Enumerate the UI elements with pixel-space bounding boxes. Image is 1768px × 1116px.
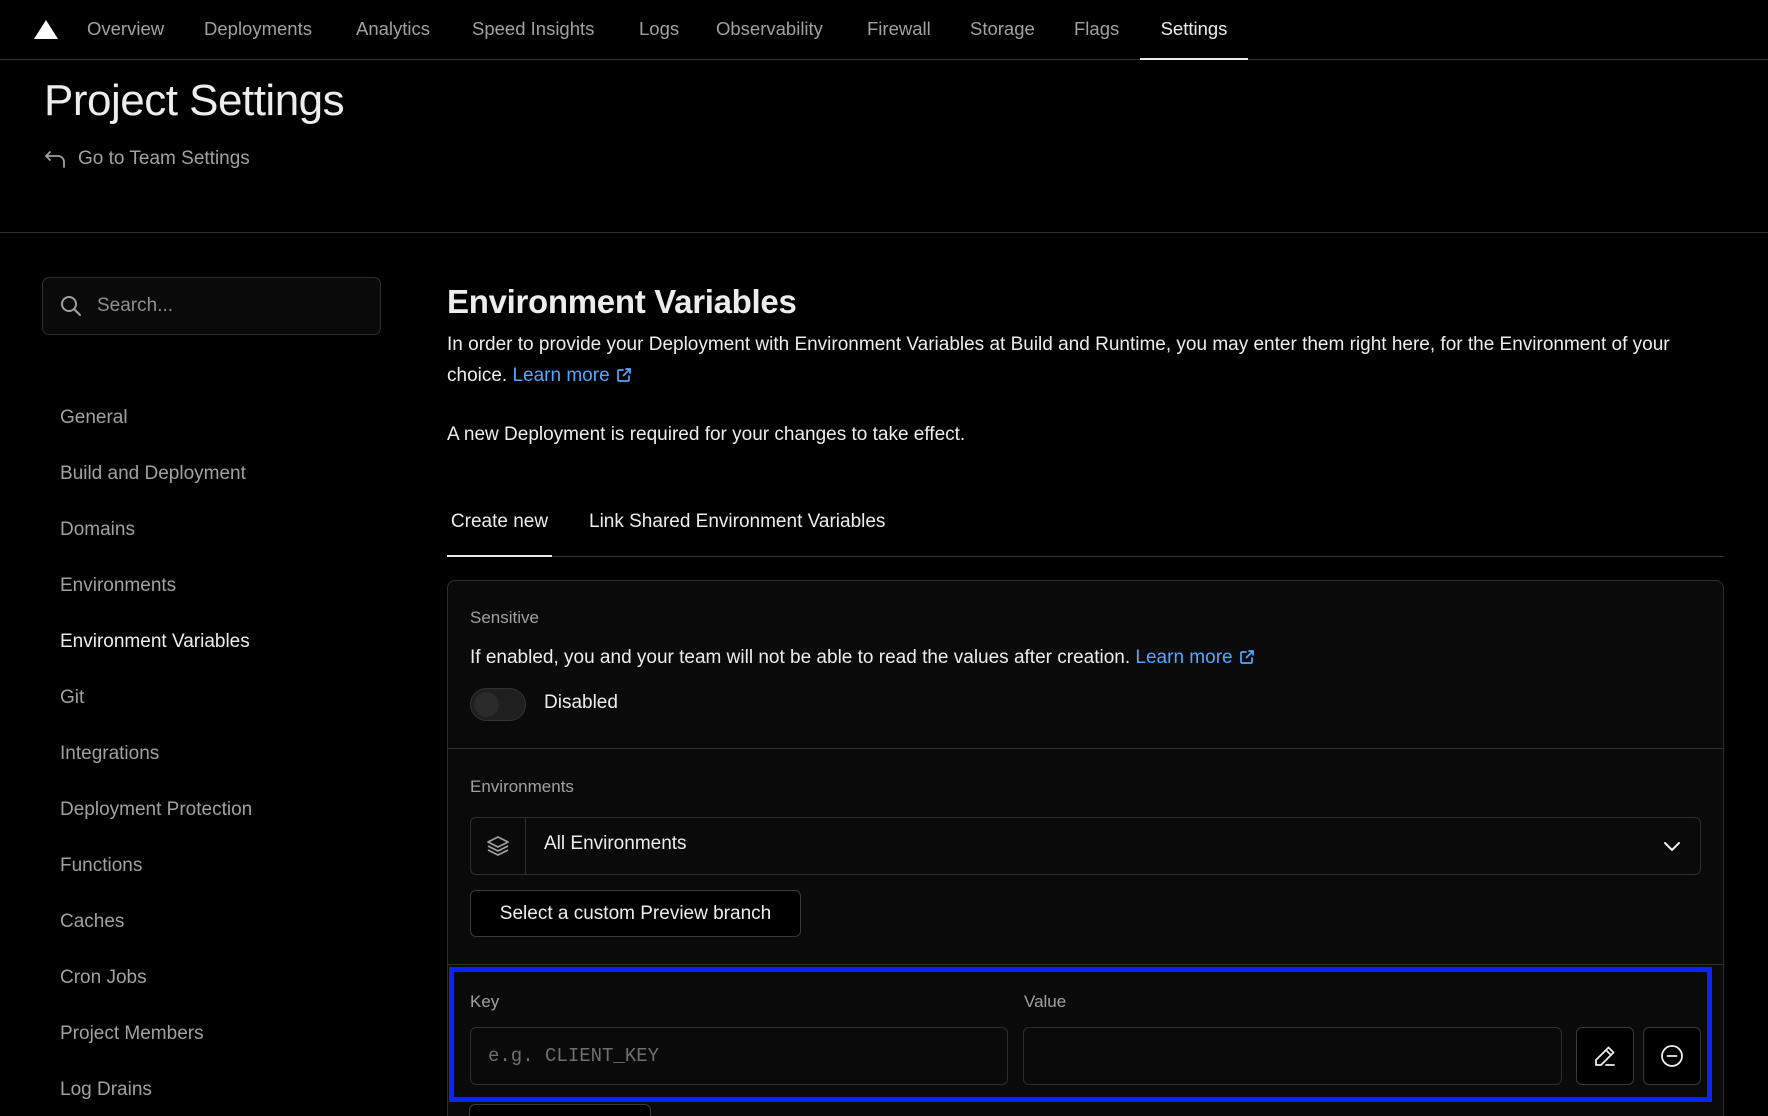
nav-tab-observability[interactable]: Observability — [716, 0, 823, 60]
sensitive-toggle[interactable] — [470, 688, 526, 721]
tab-create-new[interactable]: Create new — [447, 500, 552, 557]
sidebar-item-project-members[interactable]: Project Members — [60, 1020, 204, 1048]
sensitive-label: Sensitive — [470, 608, 539, 627]
learn-more-link[interactable]: Learn more — [512, 365, 631, 386]
sidebar-item-build-and-deployment[interactable]: Build and Deployment — [60, 460, 246, 488]
external-link-icon — [1239, 650, 1254, 664]
add-another-button-partial[interactable] — [469, 1104, 651, 1116]
vercel-logo-icon[interactable] — [34, 20, 58, 39]
sensitive-section: Sensitive If enabled, you and your team … — [448, 581, 1723, 749]
key-value-highlight-box — [449, 967, 1712, 1102]
go-to-team-settings-link[interactable]: Go to Team Settings — [44, 144, 250, 174]
nav-tab-overview[interactable]: Overview — [87, 0, 164, 60]
tab-link-shared-environment-variables[interactable]: Link Shared Environment Variables — [589, 500, 885, 557]
sensitive-description-text: If enabled, you and your team will not b… — [470, 647, 1131, 668]
back-arrow-icon — [45, 151, 65, 168]
learn-more-label: Learn more — [512, 365, 610, 386]
sidebar-item-functions[interactable]: Functions — [60, 852, 142, 880]
nav-tab-deployments[interactable]: Deployments — [204, 0, 312, 60]
toggle-knob — [474, 692, 499, 717]
sensitive-description: If enabled, you and your team will not b… — [470, 647, 1255, 669]
page-title: Project Settings — [44, 76, 345, 125]
nav-tab-speed-insights[interactable]: Speed Insights — [472, 0, 594, 60]
section-description: In order to provide your Deployment with… — [447, 329, 1717, 391]
env-icon-box — [471, 818, 526, 874]
nav-tab-firewall[interactable]: Firewall — [867, 0, 931, 60]
sensitive-learn-more-label: Learn more — [1135, 647, 1233, 668]
deployment-required-note: A new Deployment is required for your ch… — [447, 424, 966, 445]
environments-select[interactable]: All Environments — [470, 817, 1701, 875]
sidebar-item-caches[interactable]: Caches — [60, 908, 124, 936]
sidebar-search[interactable] — [42, 277, 381, 335]
sidebar-item-deployment-protection[interactable]: Deployment Protection — [60, 796, 252, 824]
search-input[interactable] — [97, 295, 347, 317]
nav-tab-logs[interactable]: Logs — [639, 0, 679, 60]
nav-tab-flags[interactable]: Flags — [1074, 0, 1119, 60]
environments-section: Environments All Environments Select a c… — [448, 749, 1723, 965]
nav-tab-storage[interactable]: Storage — [970, 0, 1035, 60]
select-custom-preview-branch-button[interactable]: Select a custom Preview branch — [470, 890, 801, 937]
chevron-down-icon — [1664, 842, 1680, 851]
env-var-tabs: Create new Link Shared Environment Varia… — [447, 500, 1724, 557]
search-icon — [61, 296, 81, 316]
sidebar-item-cron-jobs[interactable]: Cron Jobs — [60, 964, 147, 992]
sidebar-item-environment-variables[interactable]: Environment Variables — [60, 628, 250, 656]
go-to-team-settings-label: Go to Team Settings — [78, 148, 250, 169]
sensitive-toggle-label: Disabled — [544, 692, 618, 713]
page-header: Project Settings Go to Team Settings — [0, 60, 1768, 233]
section-title: Environment Variables — [447, 283, 797, 320]
layers-icon — [487, 836, 509, 856]
sidebar-item-domains[interactable]: Domains — [60, 516, 135, 544]
nav-tab-analytics[interactable]: Analytics — [356, 0, 430, 60]
sidebar-item-git[interactable]: Git — [60, 684, 84, 712]
sensitive-learn-more-link[interactable]: Learn more — [1135, 647, 1254, 668]
nav-tab-settings[interactable]: Settings — [1140, 0, 1248, 60]
sidebar-item-log-drains[interactable]: Log Drains — [60, 1076, 152, 1104]
external-link-icon — [616, 368, 631, 382]
top-navigation: Overview Deployments Analytics Speed Ins… — [0, 0, 1768, 60]
environments-label: Environments — [470, 777, 574, 796]
sidebar-item-general[interactable]: General — [60, 404, 128, 432]
sidebar-item-integrations[interactable]: Integrations — [60, 740, 159, 768]
environments-select-value: All Environments — [544, 833, 687, 854]
sidebar-item-environments[interactable]: Environments — [60, 572, 176, 600]
